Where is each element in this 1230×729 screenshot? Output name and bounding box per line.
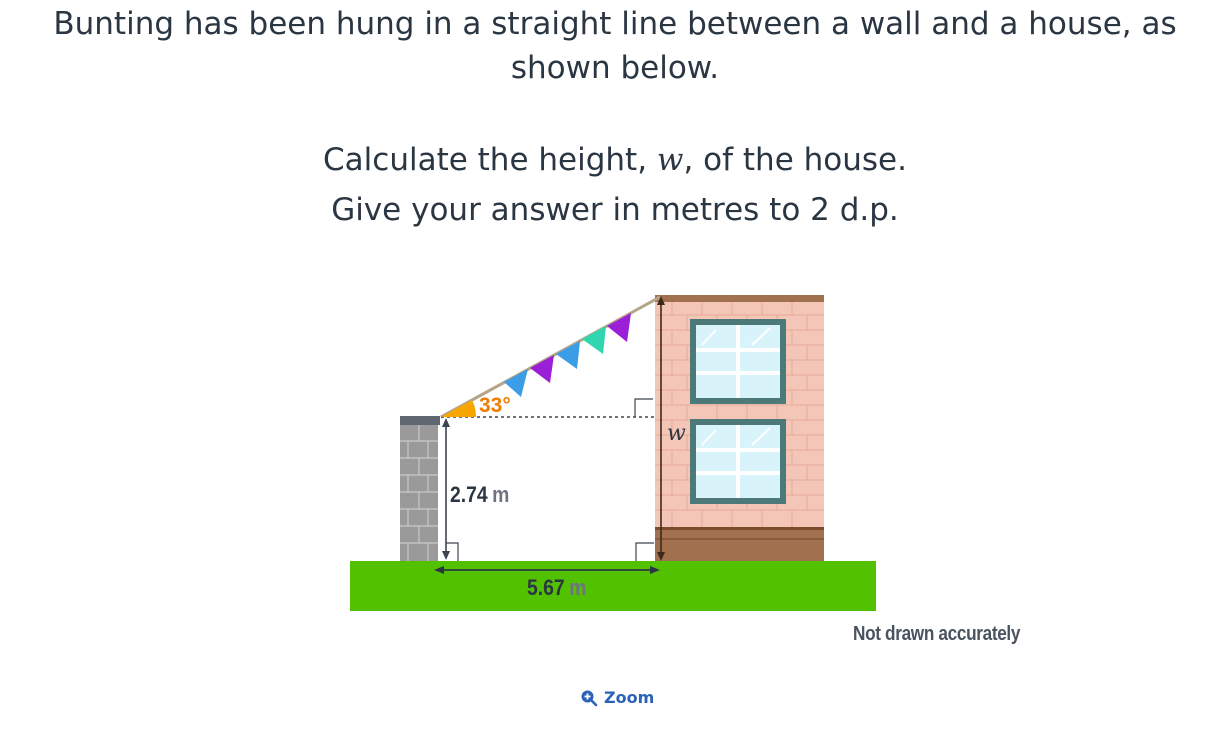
zoom-label: Zoom [604,688,655,707]
angle-marker [441,400,477,417]
not-drawn-accurately-note: Not drawn accurately [853,623,1021,645]
wall-height-unit: m [492,483,509,507]
right-angle-marker-ground [635,542,654,561]
zoom-button[interactable]: Zoom [580,688,654,707]
distance-unit: m [569,576,586,600]
wall-height-value: 2.74 [450,483,488,507]
wall-height-arrow [442,418,450,560]
bunting-diagram: 33° 2.74 m 5.67 m w [350,295,876,611]
flag-2 [530,355,554,383]
window-upper [690,319,786,404]
stone-wall [400,416,440,561]
grass [350,561,876,611]
flag-4 [582,326,606,354]
window-lower [690,419,786,504]
flag-1 [504,369,528,397]
bunting-flags [504,313,631,397]
flag-3 [556,341,580,369]
distance-label: 5.67 m [527,576,586,600]
house-height-label: w [667,421,686,446]
flag-5 [607,313,631,342]
angle-label: 33° [479,394,511,417]
zoom-in-icon [580,689,598,707]
distance-value: 5.67 [527,576,565,600]
wall-height-label: 2.74 m [450,483,509,507]
right-angle-marker-top [634,398,653,417]
